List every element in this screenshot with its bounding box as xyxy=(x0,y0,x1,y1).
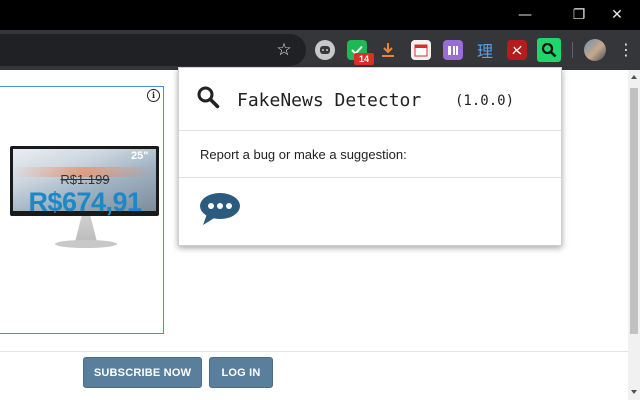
toolbar-divider xyxy=(572,42,573,58)
discord-extension-icon[interactable] xyxy=(315,40,335,60)
profile-avatar[interactable] xyxy=(584,39,606,61)
download-extension-icon[interactable] xyxy=(378,40,398,60)
old-price: R$1.199 xyxy=(60,172,110,187)
fakenews-detector-extension-icon[interactable] xyxy=(537,38,561,62)
bookmark-star-icon[interactable]: ☆ xyxy=(272,38,296,62)
popup-header: FakeNews Detector (1.0.0) xyxy=(179,68,561,131)
pdf-glyph xyxy=(512,45,522,55)
pdf-extension-icon[interactable] xyxy=(507,40,527,60)
menu-dots-icon[interactable]: ⋮ xyxy=(618,40,634,60)
calendar-glyph xyxy=(414,44,428,57)
scroll-up-arrow-icon[interactable] xyxy=(631,75,637,79)
footer-divider xyxy=(0,351,628,352)
close-icon[interactable]: ✕ xyxy=(594,0,640,30)
extension-popup: FakeNews Detector (1.0.0) Report a bug o… xyxy=(178,67,562,246)
translate-glyph xyxy=(448,46,458,55)
subscribe-button[interactable]: SUBSCRIBE NOW xyxy=(83,357,202,388)
monitor-base xyxy=(55,240,117,248)
popup-title: FakeNews Detector xyxy=(237,90,422,111)
minimize-icon[interactable]: — xyxy=(502,0,548,30)
scroll-down-arrow-icon[interactable] xyxy=(631,390,637,394)
download-glyph xyxy=(382,43,394,57)
login-button[interactable]: LOG IN xyxy=(209,357,273,388)
search-icon xyxy=(197,86,220,109)
monitor-size-label: 25" xyxy=(131,150,149,162)
speech-bubble-icon[interactable] xyxy=(199,192,241,226)
calendar-extension-icon[interactable] xyxy=(411,40,431,60)
report-bug-text: Report a bug or make a suggestion: xyxy=(200,147,407,162)
window-titlebar: — ❐ ✕ xyxy=(0,0,640,30)
browser-toolbar: ☆ 14 理 ⋮ xyxy=(0,30,640,70)
translate-extension-icon[interactable] xyxy=(443,40,463,60)
popup-version: (1.0.0) xyxy=(455,93,515,109)
extension-badge-count: 14 xyxy=(354,53,374,65)
dictionary-extension-icon[interactable]: 理 xyxy=(475,40,495,61)
magnifier-glyph xyxy=(541,42,557,58)
scrollbar-thumb[interactable] xyxy=(630,88,638,334)
ad-info-icon[interactable]: i xyxy=(147,89,160,102)
report-section: Report a bug or make a suggestion: xyxy=(179,130,561,178)
page-scrollbar[interactable] xyxy=(628,70,640,400)
discord-glyph xyxy=(320,46,330,54)
sale-price: R$674,91 xyxy=(28,187,142,217)
address-bar[interactable] xyxy=(0,34,306,66)
